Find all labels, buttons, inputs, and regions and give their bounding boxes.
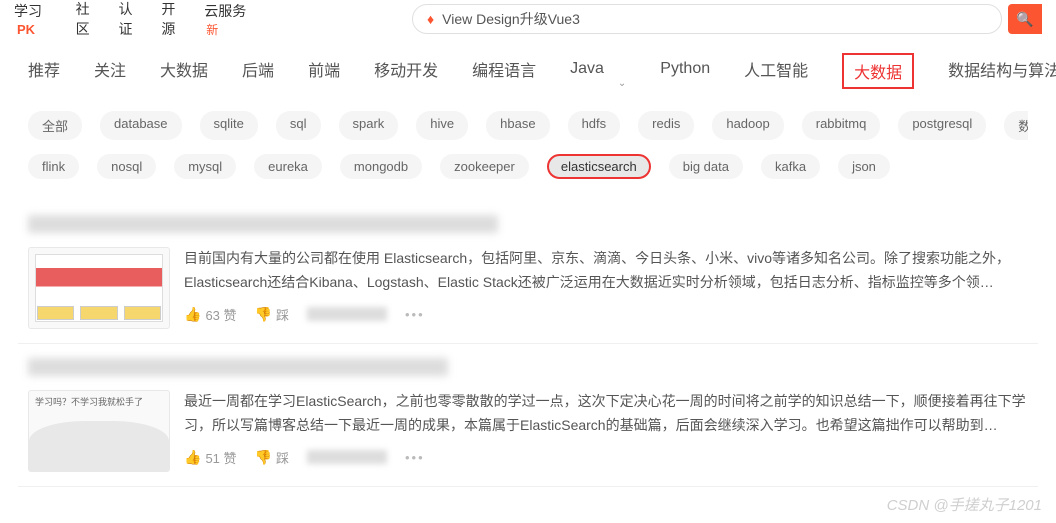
like-button[interactable]: 👍51 赞 xyxy=(184,448,237,467)
top-nav: 学习PK 社区 认证 开源 云服务新 ♦ 🔍 xyxy=(0,0,1056,38)
category-tab[interactable]: 前端 xyxy=(308,57,340,89)
meta-author xyxy=(307,450,387,464)
category-tab[interactable]: 关注 xyxy=(94,57,126,89)
fire-icon: ♦ xyxy=(427,11,434,27)
more-icon[interactable]: ••• xyxy=(405,450,425,465)
filter-tag[interactable]: postgresql xyxy=(898,111,986,140)
search-box[interactable]: ♦ xyxy=(412,4,1002,34)
category-tab[interactable]: 大数据 xyxy=(842,53,914,89)
filter-tag[interactable]: elasticsearch xyxy=(547,154,651,179)
article-description: 目前国内有大量的公司都在使用 Elasticsearch，包括阿里、京东、滴滴、… xyxy=(184,247,1028,295)
category-tab[interactable]: 移动开发 xyxy=(374,57,438,89)
filter-tag[interactable]: kafka xyxy=(761,154,820,179)
category-tab[interactable]: Python xyxy=(660,60,710,86)
search-button[interactable]: 🔍 xyxy=(1008,4,1042,34)
article-item: 学习吗？不学习我就松手了 最近一周都在学习ElasticSearch，之前也零零… xyxy=(18,344,1038,487)
article-item: 目前国内有大量的公司都在使用 Elasticsearch，包括阿里、京东、滴滴、… xyxy=(18,201,1038,344)
chevron-down-icon[interactable]: ⌄ xyxy=(618,78,626,89)
filter-tag[interactable]: flink xyxy=(28,154,79,179)
article-title[interactable] xyxy=(28,358,1028,380)
filter-tag[interactable]: sql xyxy=(276,111,321,140)
filter-tag[interactable]: hbase xyxy=(486,111,549,140)
nav-cloud[interactable]: 云服务新 xyxy=(204,1,254,38)
category-tab[interactable]: 推荐 xyxy=(28,57,60,89)
article-thumbnail[interactable]: 学习吗？不学习我就松手了 xyxy=(28,390,170,472)
dislike-button[interactable]: 👎踩 xyxy=(255,305,289,324)
thumbs-up-icon: 👍 xyxy=(184,449,201,466)
search-container: ♦ 🔍 xyxy=(412,4,1042,34)
category-tab[interactable]: 后端 xyxy=(242,57,274,89)
filter-tag[interactable]: spark xyxy=(339,111,399,140)
watermark: CSDN @手搓丸子1201 xyxy=(887,494,1042,515)
filter-tag[interactable]: nosql xyxy=(97,154,156,179)
filter-tag[interactable]: database xyxy=(100,111,182,140)
thumbs-down-icon: 👎 xyxy=(255,449,272,466)
filter-tag[interactable]: rabbitmq xyxy=(802,111,881,140)
filter-tag[interactable]: hdfs xyxy=(568,111,621,140)
thumbs-up-icon: 👍 xyxy=(184,306,201,323)
category-tab[interactable]: 大数据 xyxy=(160,57,208,89)
filter-tag[interactable]: mongodb xyxy=(340,154,422,179)
filter-tag[interactable]: big data xyxy=(669,154,743,179)
pk-badge: PK xyxy=(17,22,35,37)
category-tabs: 推荐 关注 大数据 后端 前端 移动开发 编程语言 Java ⌄ Python 人工智能 大数据 数据结… xyxy=(0,38,1056,97)
like-button[interactable]: 👍63 赞 xyxy=(184,305,237,324)
thumbs-down-icon: 👎 xyxy=(255,306,272,323)
filter-tag[interactable]: hive xyxy=(416,111,468,140)
category-tab[interactable]: 人工智能 xyxy=(744,57,808,89)
article-meta: 👍51 赞 👎踩 ••• xyxy=(184,448,1028,467)
search-icon: 🔍 xyxy=(1016,11,1033,28)
filter-tag[interactable]: sqlite xyxy=(200,111,258,140)
new-badge: 新 xyxy=(206,23,218,37)
tag-container: 全部 database sqlite sql spark hive hbase hdfsred… xyxy=(0,97,1056,201)
category-tab[interactable]: 数据结构与算法 xyxy=(948,57,1056,89)
filter-tag[interactable]: json xyxy=(838,154,890,179)
category-tab[interactable]: 编程语言 xyxy=(472,57,536,89)
more-icon[interactable]: ••• xyxy=(405,307,425,322)
nav-cert[interactable]: 认证 xyxy=(118,0,143,39)
nav-community[interactable]: 社区 xyxy=(76,0,101,39)
article-list: 目前国内有大量的公司都在使用 Elasticsearch，包括阿里、京东、滴滴、… xyxy=(0,201,1056,487)
filter-tag[interactable]: hadoop xyxy=(712,111,783,140)
filter-tag[interactable]: mysql xyxy=(174,154,236,179)
filter-tag[interactable]: 数据库 xyxy=(1004,111,1028,140)
filter-tag[interactable]: zookeeper xyxy=(440,154,529,179)
nav-learn[interactable]: 学习PK xyxy=(14,1,58,37)
article-title[interactable] xyxy=(28,215,1028,237)
article-description: 最近一周都在学习ElasticSearch，之前也零零散散的学过一点，这次下定决… xyxy=(184,390,1028,438)
meta-author xyxy=(307,307,387,321)
search-input[interactable] xyxy=(442,11,987,27)
nav-opensource[interactable]: 开源 xyxy=(161,0,186,39)
dislike-button[interactable]: 👎踩 xyxy=(255,448,289,467)
filter-tag[interactable]: redis xyxy=(638,111,694,140)
category-tab[interactable]: Java xyxy=(570,60,604,86)
filter-tag[interactable]: 全部 xyxy=(28,111,82,140)
filter-tag[interactable]: eureka xyxy=(254,154,322,179)
article-meta: 👍63 赞 👎踩 ••• xyxy=(184,305,1028,324)
article-thumbnail[interactable] xyxy=(28,247,170,329)
